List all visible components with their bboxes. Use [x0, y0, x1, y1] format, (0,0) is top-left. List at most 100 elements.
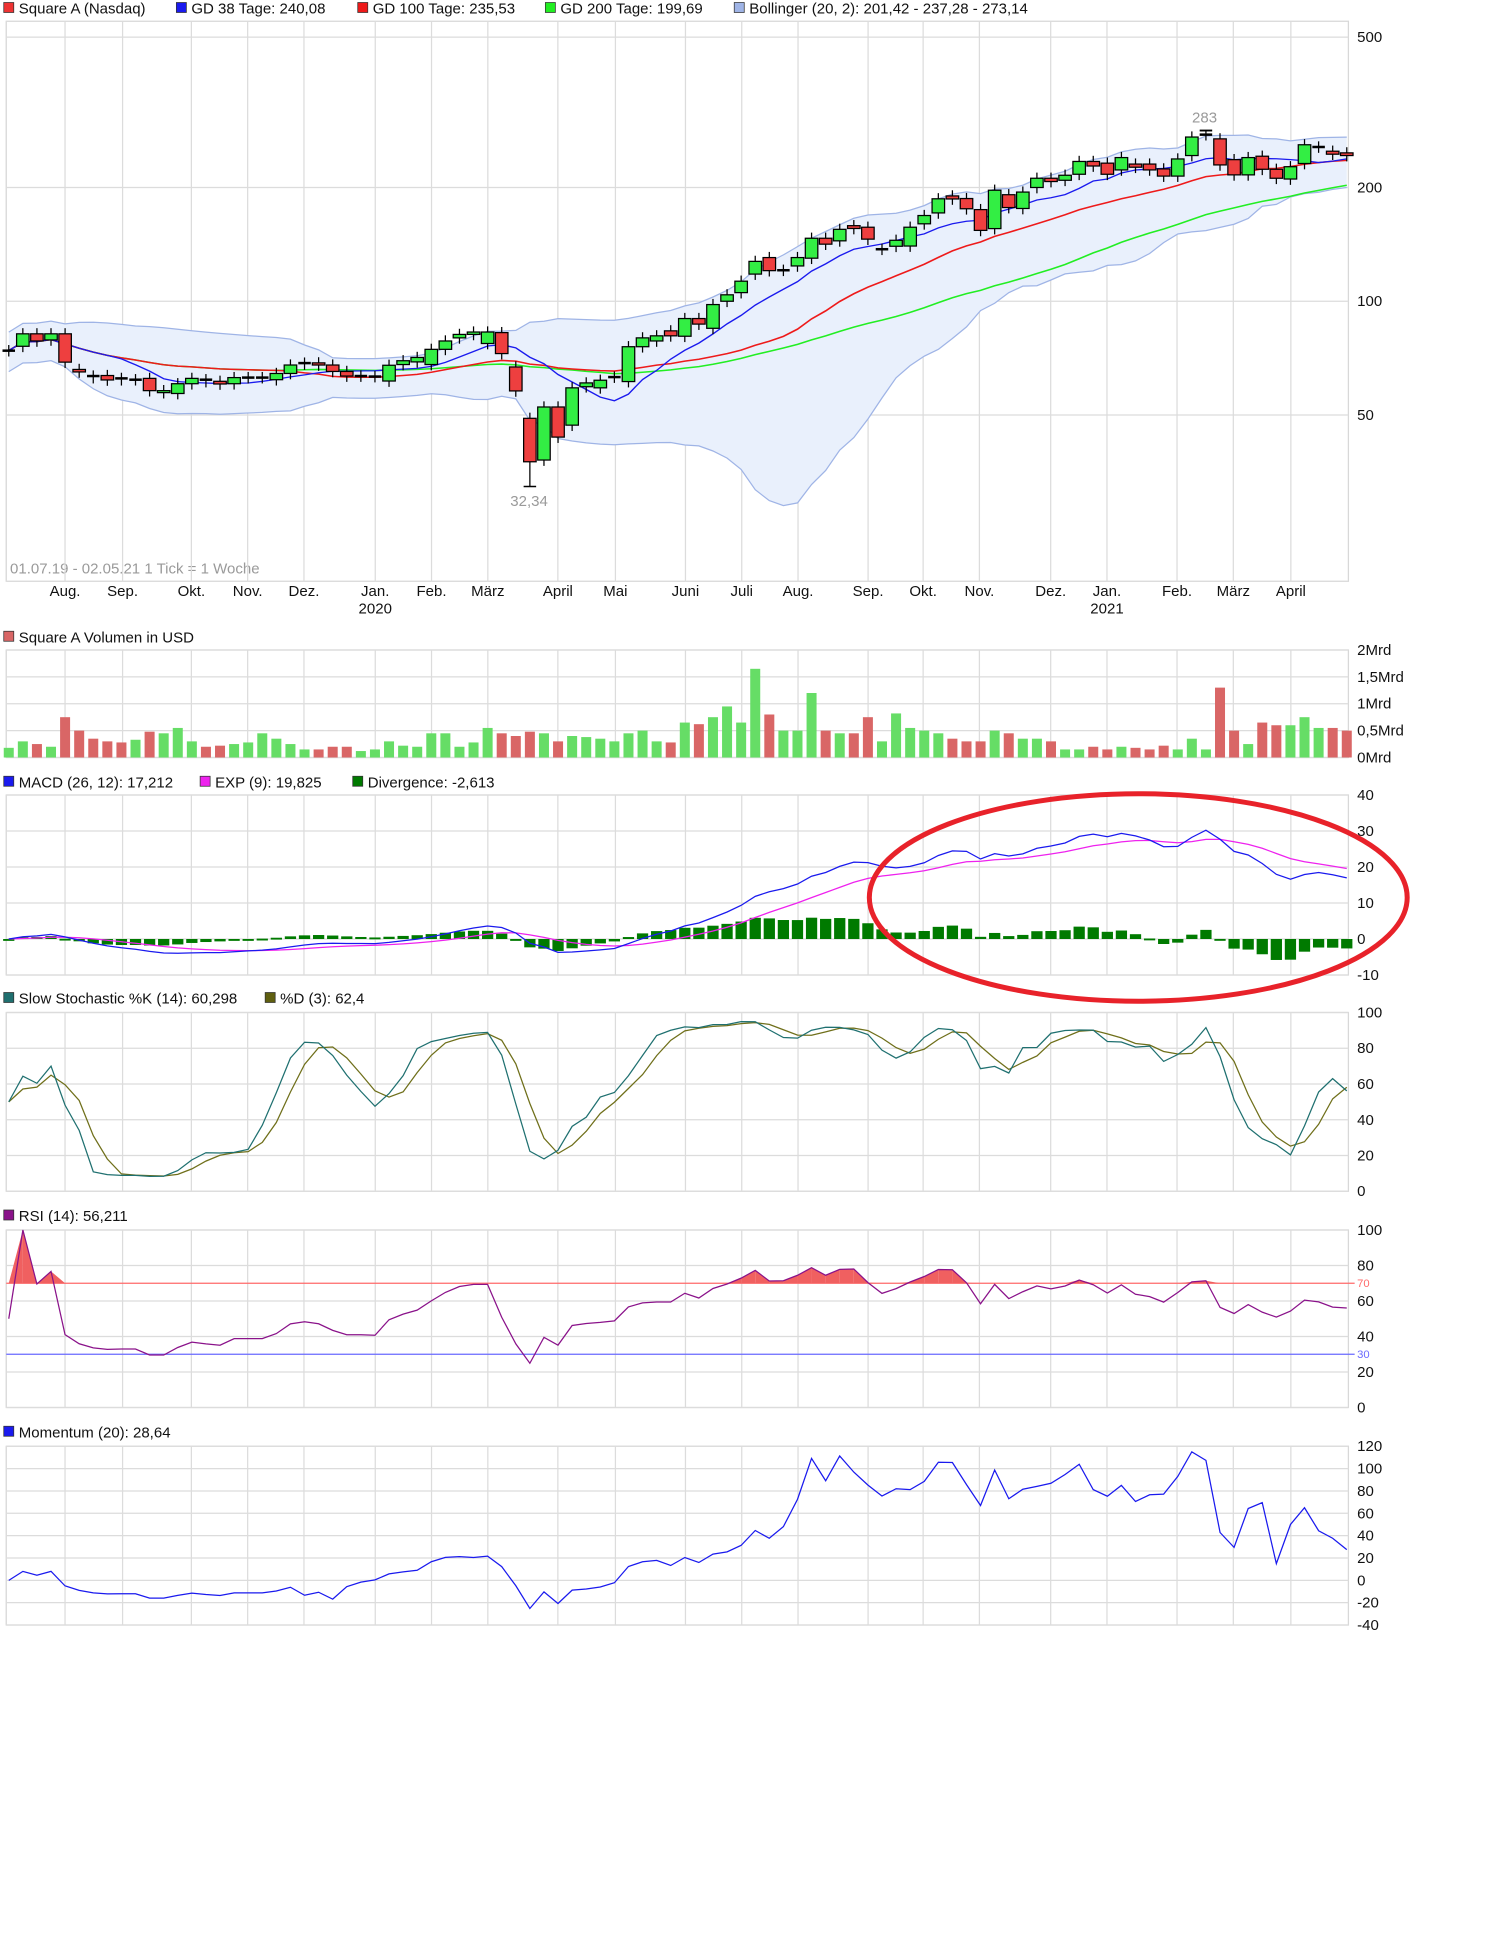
candle-body: [269, 372, 284, 381]
volume-bar: [651, 741, 662, 758]
volume-bar: [848, 733, 859, 758]
candle: [1213, 133, 1227, 171]
volume-bar: [313, 749, 324, 758]
legend-rsi: RSI (14): 56,211: [19, 1208, 128, 1225]
volume-bar: [257, 733, 268, 758]
candle: [537, 401, 551, 466]
volume-bar: [200, 746, 211, 758]
y-tick-label: 20: [1357, 859, 1374, 876]
candle-body: [931, 198, 946, 214]
y-tick-label: 200: [1357, 180, 1382, 197]
divergence-bar: [1101, 931, 1113, 939]
candle-body: [466, 331, 481, 336]
candle-body: [677, 317, 692, 337]
candle-body: [170, 383, 185, 395]
y-tick-label: 40: [1357, 1112, 1374, 1129]
legend-swatch-bollinger: [733, 2, 745, 13]
volume-bar: [130, 739, 141, 758]
volume-bar: [74, 730, 85, 758]
volume-bar: [792, 730, 803, 758]
volume-bar: [862, 717, 873, 758]
candle-body: [396, 360, 410, 366]
volume-legend: Square A Volumen in USD: [3, 630, 194, 646]
y-tick-label: 80: [1357, 1040, 1374, 1057]
legend-gd200: GD 200 Tage: 199,69: [560, 1, 702, 18]
x-month-label: Sep.: [107, 583, 138, 600]
volume-bar: [1229, 730, 1240, 758]
macd-line: [8, 829, 1347, 954]
legend-swatch-volume: [3, 630, 15, 642]
candle-body: [959, 197, 974, 210]
panel-frame: [5, 1011, 1350, 1192]
volume-bar: [116, 742, 127, 758]
y-tick-label: -20: [1357, 1595, 1379, 1612]
divergence-bar: [848, 918, 860, 939]
rsi-level-label: 30: [1357, 1349, 1370, 1361]
volume-bar: [454, 746, 465, 758]
rsi-level-label: 70: [1357, 1278, 1370, 1290]
legend-momentum: Momentum (20): 28,64: [19, 1425, 171, 1442]
y-tick-label: 40: [1357, 787, 1374, 804]
volume-bar: [341, 746, 352, 758]
low-annotation: 32,34: [510, 493, 548, 510]
x-month-label: Juni: [672, 583, 700, 600]
divergence-bar: [200, 939, 212, 943]
y-tick-label: 100: [1357, 1461, 1382, 1478]
legend-gd38: GD 38 Tage: 240,08: [191, 1, 325, 18]
legend-exp: EXP (9): 19,825: [215, 775, 322, 792]
volume-bar: [524, 731, 535, 758]
legend-macd: MACD (26, 12): 17,212: [19, 775, 173, 792]
divergence-bar: [270, 937, 282, 940]
volume-bar: [384, 741, 395, 758]
candle-body: [522, 417, 537, 463]
divergence-bar: [1129, 934, 1142, 939]
volume-bar: [778, 730, 789, 758]
exp-signal-line: [8, 838, 1347, 952]
volume-bar: [1299, 717, 1310, 758]
divergence-bar: [1200, 929, 1212, 939]
divergence-bar: [214, 939, 226, 942]
volume-bar: [623, 733, 634, 758]
candle-body: [339, 370, 354, 377]
volume-bar: [1031, 738, 1042, 758]
y-tick-label: 60: [1357, 1505, 1374, 1522]
volume-bar: [1257, 722, 1268, 758]
candle-doji: [2, 349, 16, 352]
volume-bar: [567, 736, 578, 758]
candle-body: [1170, 158, 1185, 177]
divergence-bar: [834, 918, 846, 939]
divergence-bar: [341, 936, 353, 939]
volume-bar: [496, 733, 507, 758]
volume-bar: [750, 668, 761, 758]
price-legend: Square A (Nasdaq) GD 38 Tage: 240,08 GD …: [3, 1, 1028, 18]
candle-body: [227, 376, 241, 385]
panel-frame: [5, 794, 1350, 976]
candle-doji: [777, 268, 790, 272]
divergence-bar: [960, 928, 973, 939]
candle-body: [452, 333, 467, 339]
volume-bar: [876, 741, 887, 758]
rsi-line: [8, 1229, 1347, 1365]
divergence-bar: [1242, 939, 1254, 950]
volume-bar: [510, 736, 521, 758]
x-month-label: Juli: [730, 583, 753, 600]
divergence-bar: [1172, 939, 1184, 943]
y-tick-label: 1Mrd: [1357, 696, 1391, 713]
legend-swatch-stoch-k: [3, 992, 15, 1003]
volume-bar: [426, 733, 437, 758]
divergence-bar: [594, 939, 606, 944]
y-tick-label: 10: [1357, 895, 1374, 912]
x-month-label: März: [471, 583, 504, 600]
y-tick-label: 100: [1357, 1222, 1382, 1239]
y-tick-label: 0: [1357, 1183, 1365, 1200]
candle: [522, 412, 537, 487]
candle-body: [1184, 136, 1199, 157]
candle: [565, 382, 580, 432]
x-month-label: Dez.: [289, 583, 320, 600]
candle-body: [1128, 163, 1143, 168]
x-month-label: April: [543, 583, 573, 600]
candle-doji: [115, 377, 128, 380]
volume-bar: [46, 746, 57, 758]
volume-bar: [1017, 738, 1028, 758]
candle-doji: [87, 374, 100, 378]
